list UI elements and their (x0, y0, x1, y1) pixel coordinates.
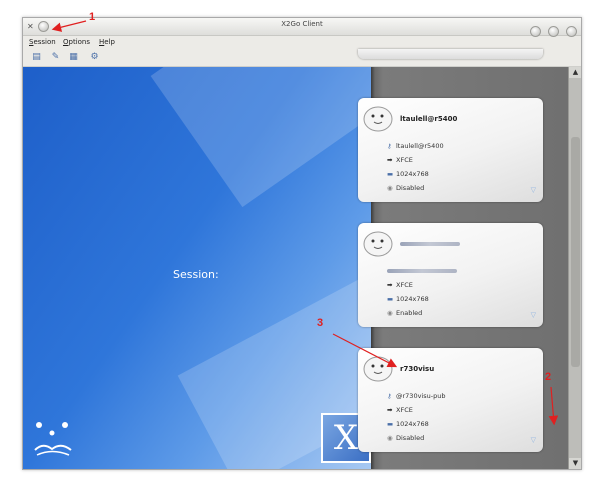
annotation-arrow-1 (51, 20, 87, 32)
annotation-arrow-3 (332, 333, 398, 368)
annotation-arrows (51, 20, 559, 426)
annotation-arrow-2 (548, 386, 559, 426)
